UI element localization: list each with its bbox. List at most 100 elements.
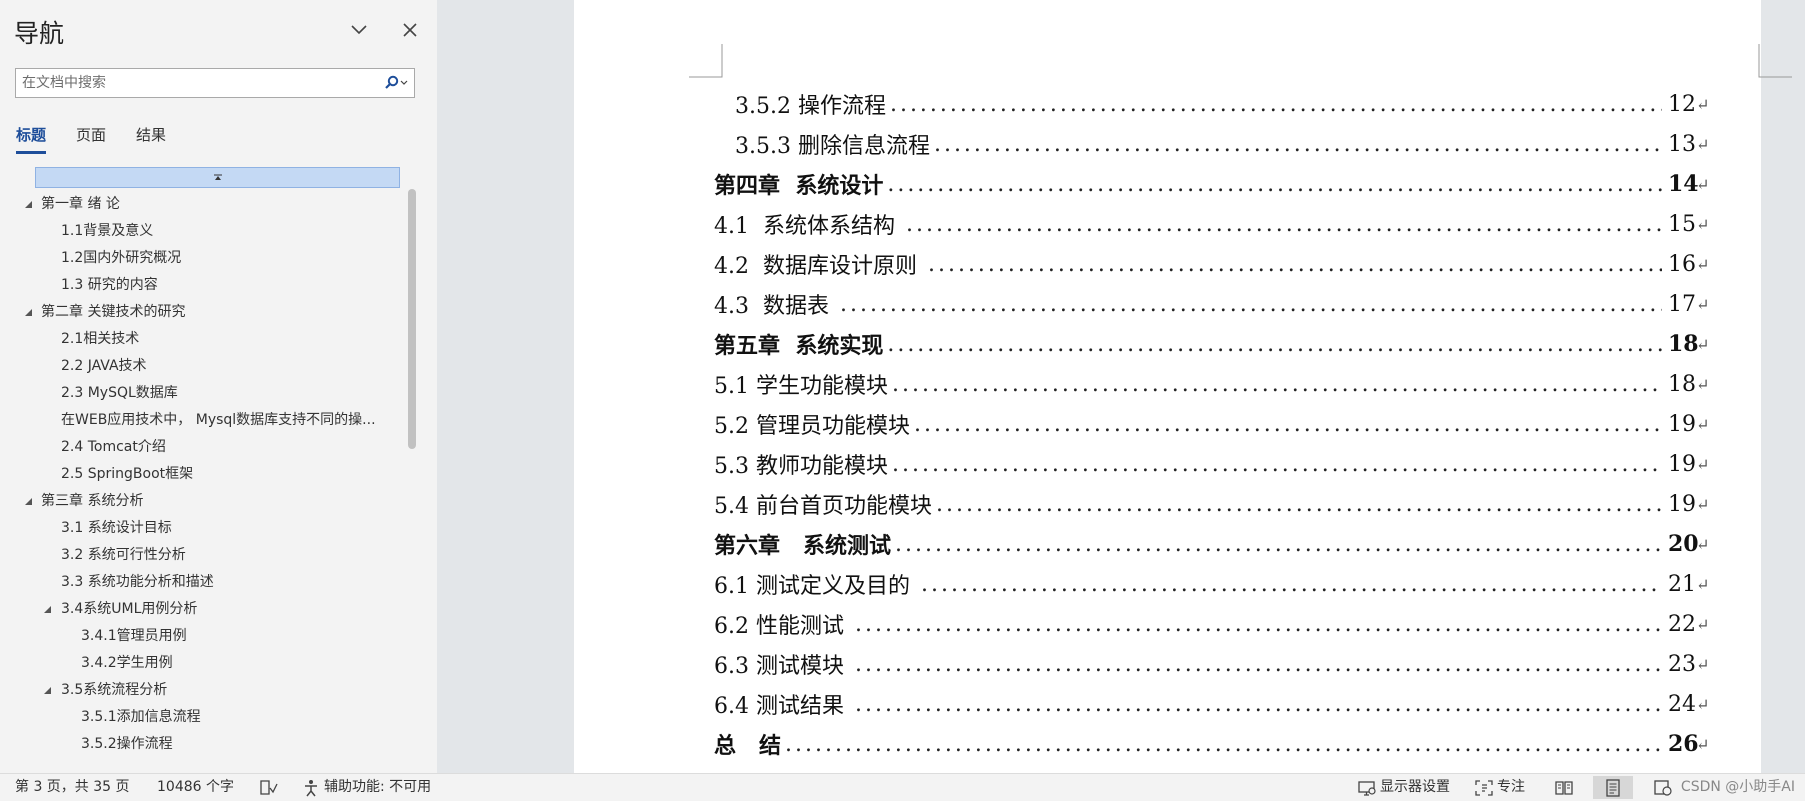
- toc-entry[interactable]: 5.2 管理员功能模块.............................…: [714, 404, 1714, 444]
- nav-heading-label: 2.5 SpringBoot框架: [61, 466, 194, 482]
- toc-entry[interactable]: 第五章 系统实现................................…: [714, 324, 1714, 364]
- proofing-status[interactable]: [258, 774, 278, 801]
- page-indicator[interactable]: 第 3 页，共 35 页: [15, 774, 130, 801]
- nav-heading-item[interactable]: 3.4.2学生用例: [0, 650, 405, 677]
- nav-heading-item[interactable]: 3.5.1添加信息流程: [0, 704, 405, 731]
- toc-entry[interactable]: 5.1 学生功能模块..............................…: [714, 364, 1714, 404]
- accessibility-label: 辅助功能: 不可用: [324, 779, 432, 795]
- focus-mode-button[interactable]: 专注: [1474, 774, 1525, 801]
- toc-entry[interactable]: 3.5.2 操作流程..............................…: [714, 84, 1714, 124]
- nav-heading-item[interactable]: 3.4系统UML用例分析: [0, 596, 405, 623]
- paragraph-mark-icon: ↵: [1696, 534, 1710, 554]
- nav-heading-item[interactable]: 第一章 绪 论: [0, 191, 405, 218]
- toc-entry[interactable]: 3.5.3 删除信息流程............................…: [714, 124, 1714, 164]
- scroll-thumb[interactable]: [408, 189, 416, 449]
- toc-entry[interactable]: 6.1 测试定义及目的 ............................…: [714, 564, 1714, 604]
- print-layout-button[interactable]: [1593, 776, 1633, 799]
- toc-entry[interactable]: 4.1 系统体系结构 .............................…: [714, 204, 1714, 244]
- nav-heading-item[interactable]: 3.1 系统设计目标: [0, 515, 405, 542]
- search-input[interactable]: [22, 69, 382, 97]
- toc-entry[interactable]: 4.2 数据库设计原则 ............................…: [714, 244, 1714, 284]
- toc-dot-leader: ........................................…: [887, 171, 1662, 197]
- toc-page-number: 17: [1668, 291, 1696, 317]
- nav-heading-item[interactable]: 1.1背景及意义: [0, 218, 405, 245]
- toc-entry[interactable]: 第六章 系统测试................................…: [714, 524, 1714, 564]
- nav-heading-label: 3.5系统流程分析: [61, 682, 168, 698]
- nav-heading-label: 1.1背景及意义: [61, 223, 154, 239]
- toc-entry-title: 5.3 教师功能模块: [714, 454, 888, 479]
- expand-triangle-icon[interactable]: [41, 596, 53, 623]
- nav-heading-item[interactable]: 2.1相关技术: [0, 326, 405, 353]
- print-layout-icon: [1606, 778, 1620, 797]
- toc-entry[interactable]: 第四章 系统设计................................…: [714, 164, 1714, 204]
- tab-pages[interactable]: 页面: [76, 124, 106, 154]
- nav-scrollbar[interactable]: [406, 185, 418, 770]
- toc-page-number: 19: [1668, 451, 1696, 477]
- nav-options-button[interactable]: [345, 16, 373, 44]
- nav-heading-item[interactable]: 3.2 系统可行性分析: [0, 542, 405, 569]
- display-settings-button[interactable]: 显示器设置: [1357, 774, 1450, 801]
- nav-heading-label: 第三章 系统分析: [41, 493, 144, 509]
- toc-entry[interactable]: 总 结.....................................…: [714, 724, 1714, 764]
- web-layout-button[interactable]: [1643, 776, 1683, 799]
- nav-heading-item[interactable]: 在WEB应用技术中， Mysql数据库支持不同的操...: [0, 407, 405, 434]
- expand-triangle-icon[interactable]: [41, 677, 53, 704]
- toc-entry[interactable]: 4.3 数据表 ................................…: [714, 284, 1714, 324]
- toc-dot-leader: ........................................…: [891, 371, 1662, 397]
- nav-heading-label: 3.4.1管理员用例: [81, 628, 187, 644]
- accessibility-status[interactable]: 辅助功能: 不可用: [302, 774, 431, 801]
- nav-heading-item[interactable]: 第三章 系统分析: [0, 488, 405, 515]
- paragraph-mark-icon: ↵: [1696, 494, 1710, 514]
- tab-headings[interactable]: 标题: [16, 124, 47, 154]
- document-area: 3.5.2 操作流程..............................…: [437, 0, 1805, 773]
- nav-heading-label: 3.5.2操作流程: [81, 736, 173, 752]
- nav-heading-item[interactable]: 1.3 研究的内容: [0, 272, 405, 299]
- nav-heading-label: 3.1 系统设计目标: [61, 520, 172, 536]
- nav-heading-item[interactable]: 3.5.2操作流程: [0, 731, 405, 758]
- nav-heading-item[interactable]: 2.5 SpringBoot框架: [0, 461, 405, 488]
- expand-triangle-icon[interactable]: [22, 488, 34, 515]
- word-count[interactable]: 10486 个字: [157, 774, 234, 801]
- toc-entry-title: 4.3 数据表: [714, 294, 836, 319]
- search-button[interactable]: [382, 72, 412, 94]
- tab-results[interactable]: 结果: [136, 124, 166, 154]
- nav-heading-item[interactable]: 3.4.1管理员用例: [0, 623, 405, 650]
- nav-heading-label: 1.3 研究的内容: [61, 277, 158, 293]
- toc-dot-leader: ........................................…: [839, 291, 1662, 317]
- nav-heading-label: 3.2 系统可行性分析: [61, 547, 186, 563]
- expand-triangle-icon[interactable]: [22, 299, 34, 326]
- nav-heading-label: 第二章 关键技术的研究: [41, 304, 186, 320]
- nav-heading-item[interactable]: 2.3 MySQL数据库: [0, 380, 405, 407]
- nav-heading-item[interactable]: 1.2国内外研究概况: [0, 245, 405, 272]
- nav-heading-item[interactable]: 3.5系统流程分析: [0, 677, 405, 704]
- read-mode-button[interactable]: [1544, 776, 1584, 799]
- paragraph-mark-icon: ↵: [1696, 254, 1710, 274]
- toc-dot-leader: ........................................…: [854, 651, 1662, 677]
- nav-heading-item[interactable]: 3.3 系统功能分析和描述: [0, 569, 405, 596]
- toc-entry[interactable]: 6.4 测试结果 ...............................…: [714, 684, 1714, 724]
- toc-entry-title: 6.4 测试结果: [714, 694, 851, 719]
- toc-entry-title: 第四章 系统设计: [714, 173, 884, 199]
- toc-page-number: 14: [1668, 171, 1699, 197]
- nav-close-button[interactable]: [396, 16, 424, 44]
- toc-entry-title: 4.1 系统体系结构: [714, 214, 902, 239]
- toc-entry[interactable]: 5.4 前台首页功能模块............................…: [714, 484, 1714, 524]
- nav-heading-item[interactable]: 第二章 关键技术的研究: [0, 299, 405, 326]
- toc-entry[interactable]: 5.3 教师功能模块..............................…: [714, 444, 1714, 484]
- collapse-all-bar[interactable]: [35, 167, 400, 188]
- nav-heading-label: 2.1相关技术: [61, 331, 140, 347]
- toc-entry[interactable]: 6.3 测试模块 ...............................…: [714, 644, 1714, 684]
- toc-page-number: 20: [1668, 531, 1699, 557]
- margin-corner-mark-right: [1758, 44, 1792, 78]
- expand-triangle-icon[interactable]: [22, 191, 34, 218]
- toc-dot-leader: ........................................…: [935, 491, 1662, 517]
- nav-heading-item[interactable]: 2.2 JAVA技术: [0, 353, 405, 380]
- search-icon: [385, 75, 408, 89]
- nav-heading-label: 3.4.2学生用例: [81, 655, 173, 671]
- watermark-text: CSDN @小助手AI: [1680, 779, 1795, 795]
- paragraph-mark-icon: ↵: [1696, 414, 1710, 434]
- nav-heading-label: 2.3 MySQL数据库: [61, 385, 178, 401]
- toc-entry-title: 第六章 系统测试: [714, 533, 891, 559]
- toc-entry[interactable]: 6.2 性能测试 ...............................…: [714, 604, 1714, 644]
- nav-heading-item[interactable]: 2.4 Tomcat介绍: [0, 434, 405, 461]
